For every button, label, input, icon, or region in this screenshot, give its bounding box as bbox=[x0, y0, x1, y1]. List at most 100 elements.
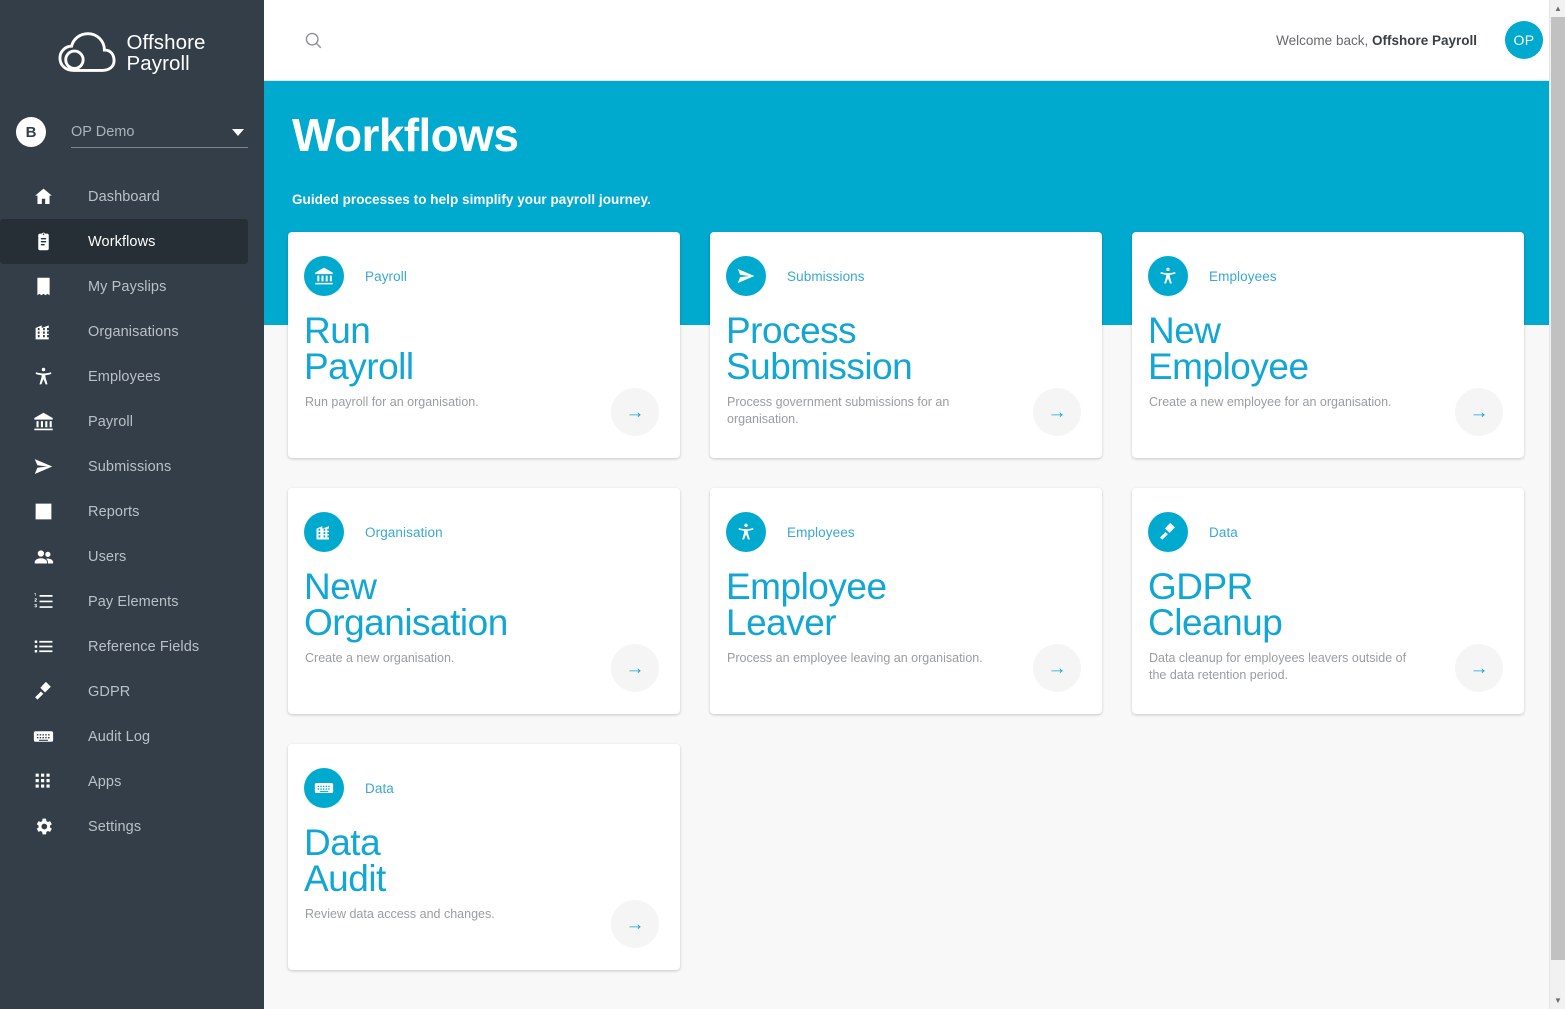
card-title: Run Payroll bbox=[304, 310, 414, 387]
sidebar-item-label: Pay Elements bbox=[88, 593, 179, 610]
sidebar-item-audit-log[interactable]: Audit Log bbox=[0, 714, 248, 759]
org-switcher[interactable]: B OP Demo bbox=[0, 112, 264, 152]
brand-line-2: Payroll bbox=[126, 52, 190, 75]
card-title: Process Submission bbox=[726, 310, 913, 387]
card-description: Run payroll for an organisation. bbox=[305, 395, 479, 409]
card-title: Employee Leaver bbox=[726, 566, 887, 643]
keyboard-icon bbox=[30, 724, 56, 750]
sidebar-item-gdpr[interactable]: GDPR bbox=[0, 669, 248, 714]
card-category: Submissions bbox=[787, 268, 865, 284]
bar-chart-icon bbox=[30, 499, 56, 525]
card-header: Payroll bbox=[304, 256, 658, 296]
workflow-card[interactable]: Employees Employee Leaver Process an emplo… bbox=[710, 488, 1102, 714]
card-description: Review data access and changes. bbox=[305, 907, 495, 921]
card-title: GDPR Cleanup bbox=[1148, 566, 1283, 643]
arrow-right-icon[interactable]: → bbox=[1033, 388, 1081, 436]
workflow-card[interactable]: Submissions Process Submission Process gov… bbox=[710, 232, 1102, 458]
card-category: Employees bbox=[787, 524, 855, 540]
sidebar-item-label: Employees bbox=[88, 368, 161, 385]
workflow-card[interactable]: Employees New Employee Create a new employ… bbox=[1132, 232, 1524, 458]
sidebar-item-settings[interactable]: Settings bbox=[0, 804, 248, 849]
workflow-card[interactable]: Organisation New Organisation Create a new… bbox=[288, 488, 680, 714]
sidebar-item-label: Users bbox=[88, 548, 127, 565]
sidebar-item-pay-elements[interactable]: Pay Elements bbox=[0, 579, 248, 624]
org-avatar: B bbox=[16, 117, 46, 147]
home-icon bbox=[30, 184, 56, 210]
sidebar-item-label: Payroll bbox=[88, 413, 134, 430]
page-scrollbar[interactable]: ▲ ▼ bbox=[1549, 0, 1565, 1009]
sidebar-item-users[interactable]: Users bbox=[0, 534, 248, 579]
arrow-right-icon[interactable]: → bbox=[611, 388, 659, 436]
sidebar-item-reports[interactable]: Reports bbox=[0, 489, 248, 534]
workflow-card[interactable]: Payroll Run Payroll Run payroll for an org… bbox=[288, 232, 680, 458]
arrow-right-icon[interactable]: → bbox=[1455, 388, 1503, 436]
sidebar-item-organisations[interactable]: Organisations bbox=[0, 309, 248, 354]
workflow-card[interactable]: Data GDPR Cleanup Data cleanup for employe… bbox=[1132, 488, 1524, 714]
numbered-list-icon bbox=[30, 589, 56, 615]
card-title: Data Audit bbox=[304, 822, 386, 899]
sidebar-item-label: Reference Fields bbox=[88, 638, 200, 655]
sidebar-item-payroll[interactable]: Payroll bbox=[0, 399, 248, 444]
arrow-right-icon[interactable]: → bbox=[1455, 644, 1503, 692]
card-title: New Organisation bbox=[304, 566, 508, 643]
sidebar-item-apps[interactable]: Apps bbox=[0, 759, 248, 804]
card-header: Organisation bbox=[304, 512, 658, 552]
arrow-right-icon[interactable]: → bbox=[1033, 644, 1081, 692]
welcome-message: Welcome back, Offshore Payroll bbox=[1276, 33, 1477, 48]
card-category: Organisation bbox=[365, 524, 443, 540]
accessibility-icon bbox=[1148, 256, 1188, 296]
brand-logo-block[interactable]: Offshore Payroll bbox=[0, 0, 264, 88]
search-icon[interactable] bbox=[298, 25, 328, 55]
building-icon bbox=[30, 319, 56, 345]
card-description: Data cleanup for employees leavers outsi… bbox=[1149, 651, 1407, 682]
sidebar-item-submissions[interactable]: Submissions bbox=[0, 444, 248, 489]
sidebar-item-workflows[interactable]: Workflows bbox=[0, 219, 248, 264]
sidebar-item-employees[interactable]: Employees bbox=[0, 354, 248, 399]
gavel-icon bbox=[30, 679, 56, 705]
sidebar-item-label: GDPR bbox=[88, 683, 131, 700]
people-icon bbox=[30, 544, 56, 570]
arrow-right-icon[interactable]: → bbox=[611, 644, 659, 692]
sidebar-item-reference-fields[interactable]: Reference Fields bbox=[0, 624, 248, 669]
card-description: Process government submissions for an or… bbox=[727, 395, 950, 426]
card-category: Employees bbox=[1209, 268, 1277, 284]
card-category: Data bbox=[365, 780, 394, 796]
arrow-right-icon[interactable]: → bbox=[611, 900, 659, 948]
accessibility-icon bbox=[30, 364, 56, 390]
scroll-down-icon[interactable]: ▼ bbox=[1550, 992, 1565, 1009]
sidebar-item-label: Reports bbox=[88, 503, 140, 520]
sidebar: Offshore Payroll B OP Demo Dashboard Work… bbox=[0, 0, 264, 1009]
app-root: Offshore Payroll B OP Demo Dashboard Work… bbox=[0, 0, 1565, 1009]
sidebar-item-label: Workflows bbox=[88, 233, 156, 250]
keyboard-icon bbox=[304, 768, 344, 808]
avatar[interactable]: OP bbox=[1505, 21, 1543, 59]
sidebar-nav: Dashboard Workflows My Payslips Organisatio… bbox=[0, 174, 264, 849]
scroll-up-icon[interactable]: ▲ bbox=[1550, 0, 1565, 17]
sidebar-item-dashboard[interactable]: Dashboard bbox=[0, 174, 248, 219]
building-icon bbox=[304, 512, 344, 552]
list-icon bbox=[30, 634, 56, 660]
send-icon bbox=[30, 454, 56, 480]
card-header: Submissions bbox=[726, 256, 1080, 296]
card-header: Employees bbox=[726, 512, 1080, 552]
scrollbar-thumb[interactable] bbox=[1551, 17, 1565, 960]
brand-line-1: Offshore bbox=[126, 31, 206, 54]
sidebar-item-label: Organisations bbox=[88, 323, 179, 340]
sidebar-item-label: Apps bbox=[88, 773, 122, 790]
gear-icon bbox=[30, 814, 56, 840]
cloud-icon bbox=[58, 30, 116, 76]
workflow-card[interactable]: Data Data Audit Review data access and cha… bbox=[288, 744, 680, 970]
sidebar-item-label: Audit Log bbox=[88, 728, 151, 745]
org-select[interactable]: OP Demo bbox=[71, 116, 248, 148]
sidebar-item-label: My Payslips bbox=[88, 278, 167, 295]
accessibility-icon bbox=[726, 512, 766, 552]
gavel-icon bbox=[1148, 512, 1188, 552]
card-header: Data bbox=[304, 768, 658, 808]
card-title: New Employee bbox=[1148, 310, 1309, 387]
sidebar-item-my-payslips[interactable]: My Payslips bbox=[0, 264, 248, 309]
brand-text: Offshore Payroll bbox=[126, 32, 205, 74]
grid-apps-icon bbox=[30, 769, 56, 795]
bank-icon bbox=[304, 256, 344, 296]
card-description: Create a new employee for an organisatio… bbox=[1149, 395, 1392, 409]
clipboard-icon bbox=[30, 229, 56, 255]
